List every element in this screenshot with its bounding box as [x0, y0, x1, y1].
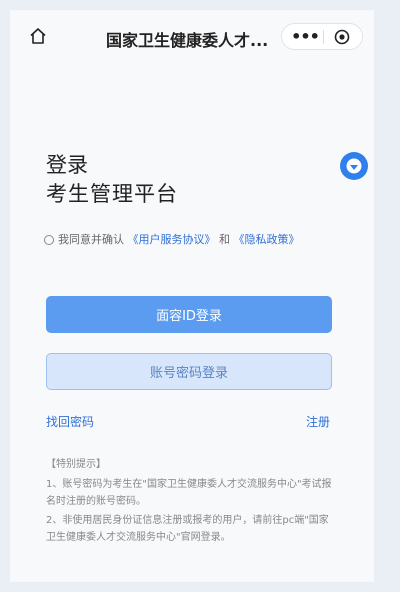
- password-login-button[interactable]: 账号密码登录: [46, 353, 332, 390]
- mini-program-capsule: •••: [281, 23, 363, 50]
- top-bar: 国家卫生健康委人才... •••: [10, 10, 374, 62]
- page-title: 国家卫生健康委人才...: [106, 31, 269, 50]
- agreement-row: 我同意并确认 《用户服务协议》 和 《隐私政策》: [44, 231, 300, 247]
- target-icon[interactable]: [334, 29, 350, 45]
- platform-heading: 考生管理平台: [46, 182, 178, 206]
- agreement-and: 和: [219, 233, 230, 246]
- notice-item: 1、账号密码为考生在"国家卫生健康委人才交流服务中心"考试报名时注册的账号密码。: [46, 479, 332, 507]
- special-notice: 【特别提示】 1、账号密码为考生在"国家卫生健康委人才交流服务中心"考试报名时注…: [46, 456, 338, 548]
- register-link[interactable]: 注册: [306, 413, 330, 430]
- chat-icon: [346, 158, 362, 174]
- agreement-prefix: 我同意并确认: [58, 233, 124, 246]
- agree-radio[interactable]: [44, 235, 54, 245]
- face-id-login-button[interactable]: 面容ID登录: [46, 296, 332, 333]
- notice-title: 【特别提示】: [46, 459, 106, 470]
- privacy-policy-link[interactable]: 《隐私政策》: [234, 233, 300, 246]
- screen: 国家卫生健康委人才... ••• 登录 考生管理平台 我同意并确认 《用户服务协…: [10, 10, 374, 582]
- login-heading: 登录: [46, 153, 88, 177]
- capsule-divider: [323, 30, 324, 44]
- more-icon[interactable]: •••: [290, 27, 320, 46]
- user-agreement-link[interactable]: 《用户服务协议》: [128, 233, 216, 246]
- home-icon[interactable]: [28, 26, 48, 46]
- forgot-password-link[interactable]: 找回密码: [46, 413, 94, 430]
- notice-item: 2、非使用居民身份证信息注册或报考的用户，请前往pc端"国家卫生健康委人才交流服…: [46, 515, 329, 543]
- floating-chat-button[interactable]: [340, 152, 368, 180]
